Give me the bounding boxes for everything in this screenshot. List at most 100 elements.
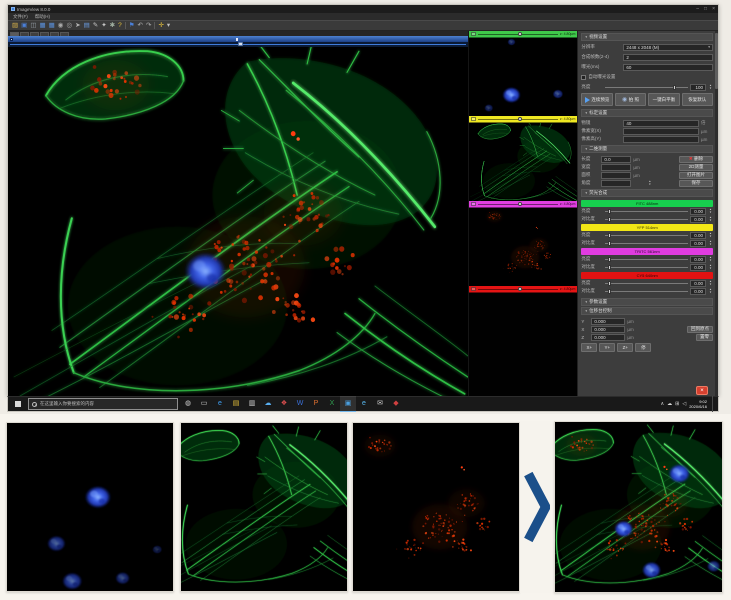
close-button[interactable]: × (712, 7, 715, 12)
menu-item-0[interactable]: 文件(F) (13, 14, 28, 20)
channel-value[interactable]: 0.00 (690, 232, 706, 239)
channel-slider-magenta[interactable]: z: 4.80µm (469, 201, 578, 208)
slider-handle[interactable] (518, 32, 522, 36)
live-preview-button[interactable]: 连续预览 (581, 93, 612, 106)
channel-value[interactable]: 0.00 (690, 280, 706, 287)
channel-level-slider[interactable] (605, 259, 688, 260)
jog-button-2[interactable]: Z+ (617, 343, 633, 352)
stepper[interactable]: ▴▾ (708, 208, 713, 214)
pointer-icon[interactable]: ➤ (75, 22, 80, 29)
channel-slider-red[interactable]: z: 4.80µm (469, 286, 578, 293)
channel-value[interactable]: 0.00 (690, 208, 706, 215)
taskbar-search[interactable]: 在这里输入你要搜索的内容 (28, 398, 178, 410)
slider-handle[interactable] (518, 202, 522, 206)
brightness-slider[interactable] (605, 87, 688, 88)
section-calibration[interactable]: ▾ 标定设置 (581, 109, 713, 117)
flag-icon[interactable]: ⚑ (129, 22, 135, 29)
channel-level-slider[interactable] (605, 235, 688, 236)
slider-handle[interactable] (673, 85, 676, 90)
cortana-icon[interactable]: ◍ (180, 396, 196, 412)
photo-icon[interactable]: ▤ (84, 22, 90, 29)
slider-handle[interactable] (518, 117, 522, 121)
camera-icon[interactable]: ◉ (58, 22, 64, 29)
reset-button[interactable]: 恢复默认 (682, 93, 713, 106)
axis-input[interactable]: 0.000 (591, 326, 625, 333)
channel-value[interactable]: 0.00 (690, 264, 706, 271)
stepper[interactable]: ▴▾ (708, 84, 713, 90)
measure-button-3[interactable]: 保存 (679, 180, 713, 187)
slider-handle[interactable] (608, 241, 611, 246)
title-bar[interactable]: ImageView 8.0.0 – □ × (8, 5, 718, 13)
show-desktop-button[interactable] (712, 396, 715, 412)
channel-value[interactable]: 0.00 (690, 240, 706, 247)
panel-scrollbar[interactable] (715, 31, 718, 396)
measure-input[interactable]: 0.0 (601, 156, 631, 163)
menu-item-1[interactable]: 帮助(H) (35, 14, 50, 20)
target-icon[interactable]: ◎ (66, 22, 72, 29)
taskbar-clock[interactable]: 9:02 2020/6/16 (689, 399, 707, 409)
image-a-icon[interactable]: ▦ (39, 22, 45, 29)
collapsed-section-0[interactable]: ▾参数设置 (581, 298, 713, 306)
section-video-settings[interactable]: ▾ 视频设置 (581, 33, 713, 41)
jog-button-1[interactable]: Y+ (599, 343, 615, 352)
capture-button[interactable]: ◉拍 照 (615, 93, 646, 106)
stepper[interactable]: ▴▾ (708, 232, 713, 238)
measure-button-1[interactable]: 2D测量 (679, 164, 713, 171)
channel-level-slider[interactable] (605, 291, 688, 292)
word-icon[interactable]: W (292, 396, 308, 412)
jog-button-0[interactable]: X+ (581, 343, 597, 352)
mail-icon[interactable]: ✉ (372, 396, 388, 412)
white-balance-button[interactable]: 一键白平衡 (648, 93, 679, 106)
stepper[interactable]: ▴▾ (647, 180, 652, 186)
start-button[interactable] (10, 396, 26, 412)
stepper[interactable]: ▴▾ (708, 256, 713, 262)
caret-down-icon[interactable]: ▾ (167, 22, 170, 29)
scrollbar-thumb[interactable] (715, 33, 718, 89)
main-fluorescence-image[interactable] (8, 47, 468, 396)
slider-handle[interactable] (608, 281, 611, 286)
axis-button-X[interactable]: 回到原点 (687, 326, 713, 333)
channel-level-slider[interactable] (605, 283, 688, 284)
powerpoint-icon[interactable]: P (308, 396, 324, 412)
channel-level-slider[interactable] (605, 211, 688, 212)
add-icon[interactable]: ✛ (158, 22, 163, 29)
section-measure[interactable]: ▾ 二维测量 (581, 145, 713, 153)
measure-button-2[interactable]: 打开图片 (679, 172, 713, 179)
maximize-button[interactable]: □ (704, 7, 707, 12)
preview-red-channel[interactable] (469, 208, 578, 286)
slider-handle[interactable] (608, 217, 611, 222)
jog-button-3[interactable]: 停 (635, 343, 651, 352)
channel-value[interactable]: 0.00 (690, 256, 706, 263)
close-app-floating-button[interactable]: × (696, 386, 708, 395)
network-icon[interactable]: ⊞ (675, 401, 679, 407)
help-icon[interactable]: ? (118, 22, 122, 29)
auto-exposure-checkbox[interactable] (581, 75, 586, 80)
calibration-input[interactable]: 40 (623, 120, 699, 127)
measure-input[interactable] (601, 180, 631, 187)
imaging-app-icon[interactable]: ◆ (388, 396, 404, 412)
exposure-input[interactable]: 60 (623, 64, 713, 71)
calibration-input[interactable] (623, 128, 699, 135)
slider-handle[interactable] (608, 257, 611, 262)
measure-button-0[interactable]: ✖删除 (679, 156, 713, 163)
stepper[interactable]: ▴▾ (708, 240, 713, 246)
export-icon[interactable]: ◫ (30, 22, 36, 29)
volume-icon[interactable]: ◁ (682, 401, 686, 407)
slider-handle[interactable] (518, 287, 522, 291)
redo-icon[interactable]: ↷ (146, 22, 151, 29)
stepper[interactable]: ▴▾ (708, 280, 713, 286)
slider-handle[interactable] (608, 265, 611, 270)
resolution-select[interactable]: 2448 x 2048 (M) ▾ (623, 44, 713, 51)
ie-icon[interactable]: e (356, 396, 372, 412)
onedrive-icon[interactable]: ☁ (260, 396, 276, 412)
store-icon[interactable]: ▥ (244, 396, 260, 412)
axis-input[interactable]: 0.000 (591, 334, 625, 341)
image-b-icon[interactable]: ▦ (49, 22, 55, 29)
slider-handle[interactable] (608, 233, 611, 238)
channel-value[interactable]: 0.00 (690, 216, 706, 223)
channel-level-slider[interactable] (605, 243, 688, 244)
measure-input[interactable] (601, 164, 631, 171)
viewer-app-icon[interactable]: ▣ (340, 396, 356, 412)
channel-level-slider[interactable] (605, 267, 688, 268)
preview-blue-channel[interactable] (469, 38, 578, 116)
